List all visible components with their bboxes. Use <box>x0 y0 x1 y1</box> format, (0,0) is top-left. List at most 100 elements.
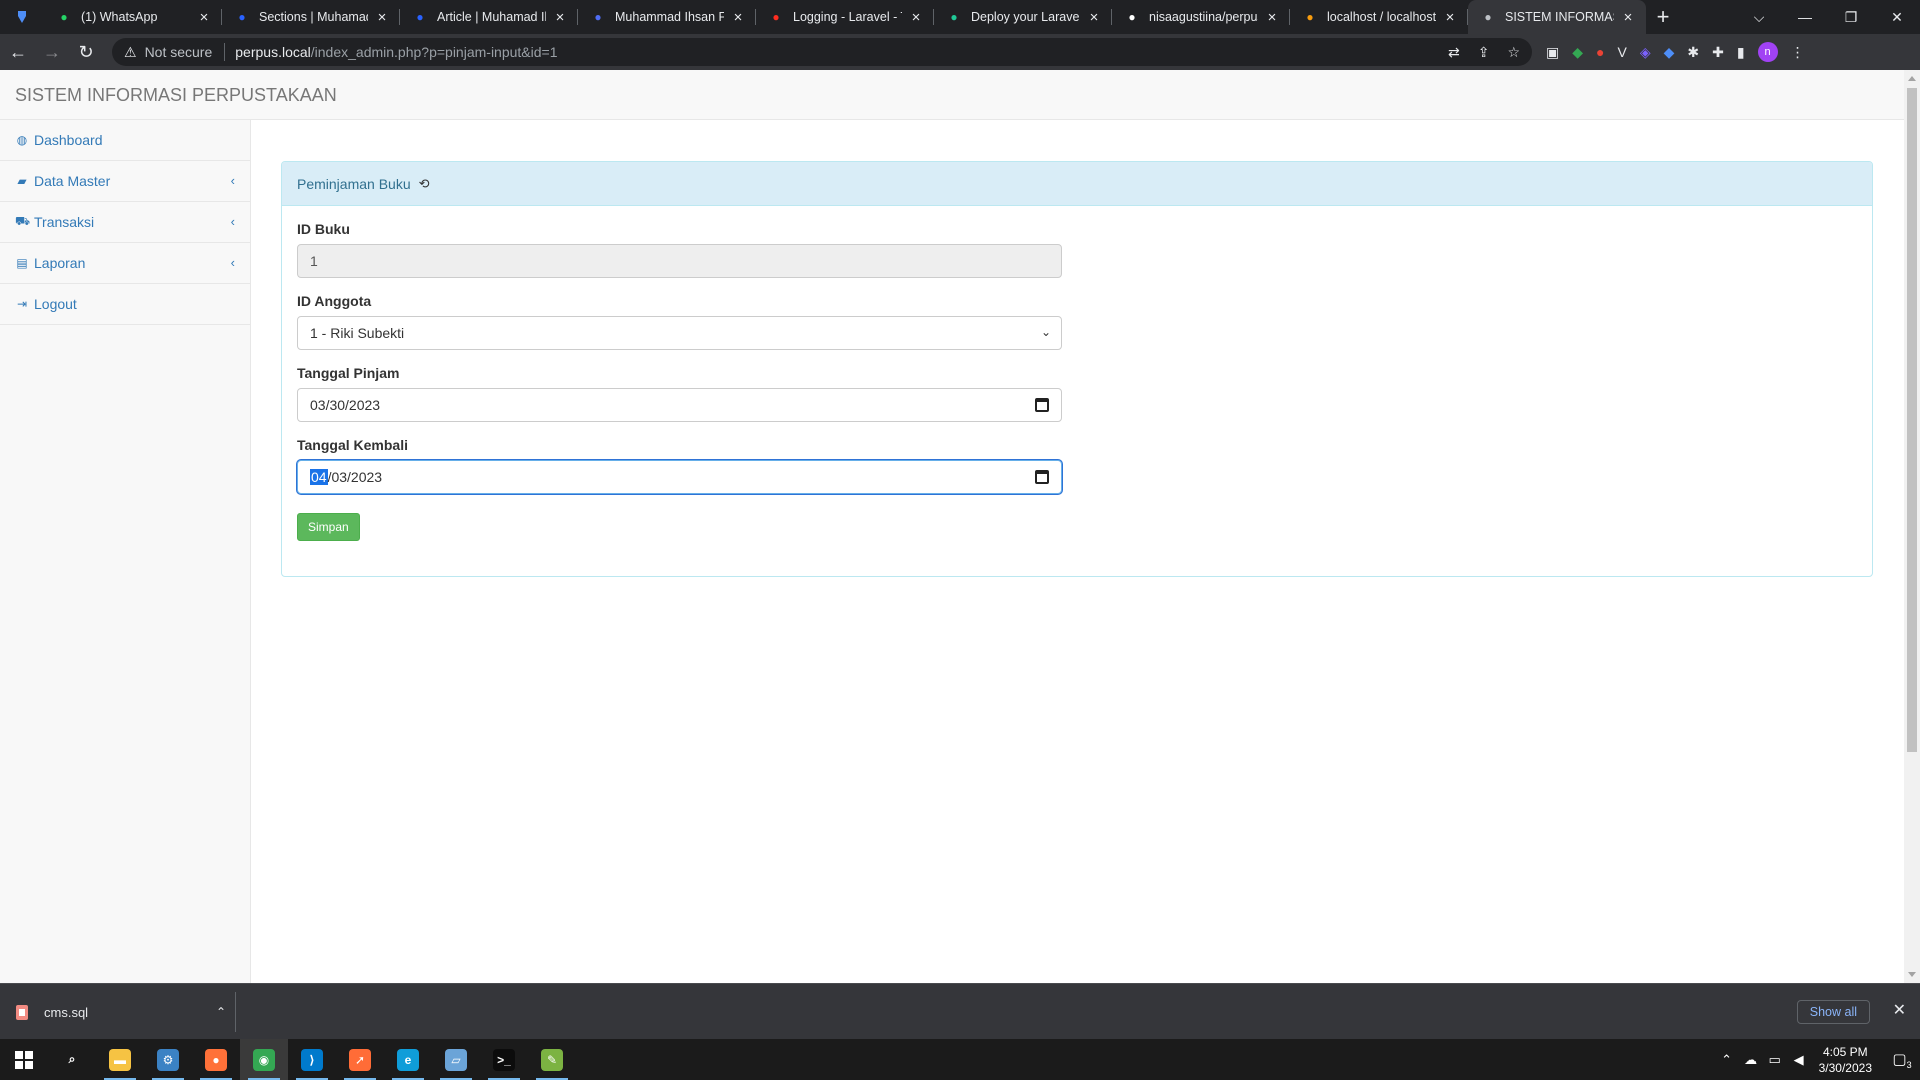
new-tab-button[interactable]: + <box>1646 0 1680 34</box>
f-logo-icon: ● <box>594 10 602 24</box>
minimize-button[interactable]: — <box>1782 0 1828 34</box>
panel: Peminjaman Buku ⟲ ID Buku 1 ID Anggota 1… <box>281 161 1873 577</box>
browser-menu-icon[interactable]: ⋮ <box>1791 44 1805 61</box>
side-panel-icon[interactable]: ▮ <box>1737 44 1745 61</box>
chevron-up-icon[interactable]: ⌃ <box>216 1005 226 1019</box>
extension-red-icon[interactable]: ● <box>1596 44 1604 60</box>
close-icon[interactable]: ✕ <box>1893 1000 1906 1020</box>
close-tab-icon[interactable]: × <box>1442 9 1458 26</box>
browser-tab[interactable]: ● SISTEM INFORMASI P × <box>1468 0 1646 34</box>
close-tab-icon[interactable]: × <box>730 9 746 26</box>
onedrive-cloud-icon[interactable]: ☁ <box>1739 1052 1763 1068</box>
tanggal-pinjam-label: Tanggal Pinjam <box>297 365 400 381</box>
share-icon[interactable]: ⇪ <box>1478 44 1490 61</box>
browser-tab[interactable]: ● Muhammad Ihsan Fir × <box>578 0 756 34</box>
sidebar: ◍ Dashboard ▰ Data Master ‹ ⛟ Transaksi ‹ ▤ Lapor… <box>0 120 251 983</box>
page-viewport: SISTEM INFORMASI PERPUSTAKAAN ◍ Dashboard… <box>0 70 1920 983</box>
page-scrollbar[interactable] <box>1904 70 1920 983</box>
translate-icon[interactable]: ⇄ <box>1448 44 1460 61</box>
taskbar-app-button[interactable]: ⟩ <box>288 1039 336 1080</box>
tab-search-extension-icon[interactable]: ▣ <box>1546 44 1559 61</box>
scrollbar-thumb[interactable] <box>1907 88 1917 752</box>
tanggal-pinjam-value: 03/30/2023 <box>310 397 381 413</box>
id-buku-input[interactable]: 1 <box>297 244 1062 278</box>
taskbar-app-button[interactable]: ⚙ <box>144 1039 192 1080</box>
taskbar-app-button[interactable]: >_ <box>480 1039 528 1080</box>
start-button[interactable] <box>0 1039 48 1080</box>
close-tab-icon[interactable]: × <box>552 9 568 26</box>
edge-icon: e <box>397 1048 419 1071</box>
taskbar-app-button[interactable]: ▬ <box>96 1039 144 1080</box>
panel-heading: Peminjaman Buku ⟲ <box>282 162 1872 206</box>
app-brand[interactable]: SISTEM INFORMASI PERPUSTAKAAN <box>15 85 337 106</box>
simpan-button[interactable]: Simpan <box>297 513 360 541</box>
extension-green-icon[interactable]: ◆ <box>1572 44 1583 61</box>
sidebar-item-data-master[interactable]: ▰ Data Master ‹ <box>0 161 250 202</box>
sidebar-item-label: Laporan <box>34 255 86 271</box>
extension-purple-icon[interactable]: ◈ <box>1640 44 1651 61</box>
network-icon[interactable]: ▭ <box>1763 1052 1787 1068</box>
tanggal-kembali-input[interactable]: 04/03/2023 <box>297 460 1062 494</box>
bookmark-star-icon[interactable]: ☆ <box>1507 44 1520 61</box>
profile-avatar[interactable]: n <box>1757 42 1778 62</box>
close-tab-icon[interactable]: × <box>908 9 924 26</box>
tab-title: Logging - Laravel - Th <box>793 10 902 24</box>
browser-tab[interactable]: ● localhost / localhost / × <box>1290 0 1468 34</box>
sidebar-item-logout[interactable]: ⇥ Logout <box>0 284 250 325</box>
close-window-button[interactable]: ✕ <box>1874 0 1920 34</box>
id-anggota-select[interactable]: 1 - Riki Subekti ⌄ <box>297 316 1062 350</box>
extensions-puzzle-icon[interactable]: ✚ <box>1712 44 1724 61</box>
id-anggota-value: 1 - Riki Subekti <box>310 325 405 341</box>
browser-tab[interactable]: ● Sections | Muhamad × <box>222 0 400 34</box>
extension-gear-icon[interactable]: ✱ <box>1687 44 1699 61</box>
windows-taskbar: ⌕ ▬ ⚙ ● ◉ ⟩ ➚ e ▱ >_ ✎ ⌃ ☁ ▭ ◀ 4:05 PM 3/30/2023 ▢… <box>0 1039 1920 1080</box>
tanggal-kembali-month-segment[interactable]: 04 <box>310 469 328 485</box>
reload-button[interactable]: ↻ <box>70 36 102 68</box>
address-bar[interactable]: ⚠ Not secure perpus.local/index_admin.ph… <box>112 38 1532 66</box>
close-tab-icon[interactable]: × <box>1086 9 1102 26</box>
f-logo-icon: ● <box>950 10 958 24</box>
taskbar-app-button[interactable]: ● <box>192 1039 240 1080</box>
browser-tab[interactable]: ● Deploy your Laravel P × <box>934 0 1112 34</box>
back-button[interactable]: ← <box>2 36 34 68</box>
browser-tab[interactable]: ● (1) WhatsApp × <box>44 0 222 34</box>
tanggal-pinjam-input[interactable]: 03/30/2023 <box>297 388 1062 422</box>
volume-icon[interactable]: ◀ <box>1787 1052 1811 1068</box>
close-tab-icon[interactable]: × <box>1264 9 1280 26</box>
taskbar-app-button[interactable]: ✎ <box>528 1039 576 1080</box>
browser-tab[interactable]: ● nisaagustiina/perpus × <box>1112 0 1290 34</box>
scroll-down-arrow[interactable] <box>1908 972 1916 977</box>
taskbar-app-button[interactable]: ⌕ <box>48 1039 96 1080</box>
download-divider <box>235 992 236 1032</box>
refresh-icon[interactable]: ⟲ <box>419 176 430 192</box>
sidebar-item-dashboard[interactable]: ◍ Dashboard <box>0 120 250 161</box>
sidebar-item-laporan[interactable]: ▤ Laporan ‹ <box>0 243 250 284</box>
taskbar-app-button[interactable]: ➚ <box>336 1039 384 1080</box>
chevron-left-icon: ‹ <box>230 214 235 229</box>
taskbar-app-button[interactable]: ▱ <box>432 1039 480 1080</box>
browser-tab[interactable]: ● Article | Muhamad Ih × <box>400 0 578 34</box>
tab-list-chevron-icon[interactable]: ⌵ <box>1736 0 1782 34</box>
tab-search-icon[interactable] <box>0 0 44 34</box>
sidebar-item-transaksi[interactable]: ⛟ Transaksi ‹ <box>0 202 250 243</box>
extensions-area: ▣ ◆ ● V ◈ ◆ ✱ ✚ ▮ n ⋮ <box>1546 42 1805 62</box>
calendar-icon[interactable] <box>1035 398 1049 412</box>
clock[interactable]: 4:05 PM 3/30/2023 <box>1819 1044 1872 1076</box>
close-tab-icon[interactable]: × <box>1620 9 1636 26</box>
calendar-icon[interactable] <box>1035 470 1049 484</box>
notification-center-icon[interactable]: ▢3 <box>1884 1050 1920 1070</box>
scroll-up-arrow[interactable] <box>1908 76 1916 81</box>
taskbar-app-button[interactable]: ◉ <box>240 1039 288 1080</box>
close-tab-icon[interactable]: × <box>196 9 212 26</box>
logout-icon: ⇥ <box>16 297 28 311</box>
forward-button[interactable]: → <box>36 36 68 68</box>
extension-v-icon[interactable]: V <box>1617 44 1626 60</box>
show-all-button[interactable]: Show all <box>1796 1000 1870 1024</box>
taskbar-app-button[interactable]: e <box>384 1039 432 1080</box>
extension-blue-icon[interactable]: ◆ <box>1664 44 1675 61</box>
close-tab-icon[interactable]: × <box>374 9 390 26</box>
browser-tab[interactable]: ● Logging - Laravel - Th × <box>756 0 934 34</box>
chevron-up-icon[interactable]: ⌃ <box>1715 1052 1739 1068</box>
restore-button[interactable]: ❐ <box>1828 0 1874 34</box>
download-item[interactable]: cms.sql ⌃ <box>16 984 236 1040</box>
